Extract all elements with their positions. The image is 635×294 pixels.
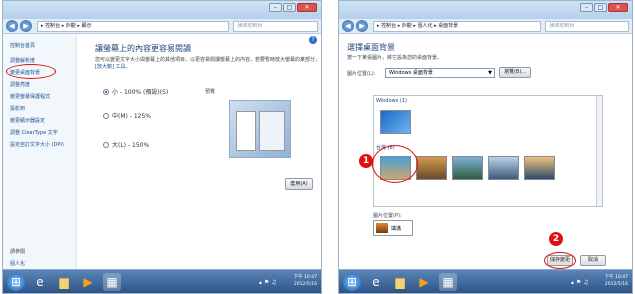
window-controls: – □ ✕ [580,3,628,12]
address-bar: ◀ ▶ ▸ 控制台 ▸ 外觀 ▸ 顯示 搜尋控制台 [3,19,321,34]
start-button-icon[interactable]: ⊞ [343,273,361,291]
clock[interactable]: 下午 10:47 2012/5/16 [294,274,317,288]
tray-icons[interactable]: ▴ ⚑ ♫ [571,279,589,286]
forward-arrow-icon[interactable]: ▶ [356,20,368,32]
size-option-medium[interactable]: 中(M) - 125% [103,111,151,120]
wallpaper-thumbnail[interactable] [488,156,519,180]
size-option-small[interactable]: 小 - 100% (預設)(S) [103,87,168,96]
clock-date: 2012/5/16 [604,282,628,287]
left-window-display-settings: – □ ✕ ◀ ▶ ▸ 控制台 ▸ 外觀 ▸ 顯示 搜尋控制台 控制台首頁 調整… [2,0,322,294]
breadcrumb[interactable]: ▸ 控制台 ▸ 外觀 ▸ 顯示 [37,21,229,32]
taskbar: ⊞ e ▆ ▶ ▦ ▴ ⚑ ♫ 下午 10:47 2012/5/16 [3,269,321,293]
folder-icon[interactable]: ▆ [55,273,73,291]
search-input[interactable]: 搜尋控制台 [545,21,629,32]
see-also-personalize-link[interactable]: 個人化 [10,260,25,267]
sidebar-item-display-settings[interactable]: 變更顯示器設定 [10,117,45,124]
sidebar-item-screensaver[interactable]: 變更螢幕保護程式 [10,93,50,100]
maximize-icon[interactable]: □ [594,3,607,12]
apply-button[interactable]: 套用(A) [285,178,313,190]
highlight-circle [544,252,576,269]
sidebar: 控制台首頁 調整解析度 變更桌面背景 調整亮度 變更螢幕保護程式 投影到 變更顯… [3,34,77,269]
maximize-icon[interactable]: □ [283,3,296,12]
wallpaper-thumbnail[interactable] [380,110,411,134]
close-icon[interactable]: ✕ [297,3,317,12]
forward-arrow-icon[interactable]: ▶ [20,20,32,32]
control-panel-taskbar-icon[interactable]: ▦ [103,273,121,291]
right-window-desktop-background: – □ ✕ ◀ ▶ ▸ 控制台 ▸ 外觀 ▸ 個人化 ▸ 桌面背景 搜尋控制台 … [338,0,633,294]
size-option-medium-label: 中(M) - 125% [112,113,151,120]
page-title: 選擇桌面背景 [347,43,395,52]
control-panel-taskbar-icon[interactable]: ▦ [439,273,457,291]
description-line-1: 您可以變更文字大小與螢幕上的其他項目，以更容易閱讀螢幕上的內容。若要暫時放大螢幕… [95,57,317,63]
chevron-down-icon: ▼ [488,70,492,76]
clock[interactable]: 下午 10:47 2012/5/16 [605,274,628,288]
media-player-icon[interactable]: ▶ [79,273,97,291]
help-icon[interactable]: ? [309,36,317,44]
back-arrow-icon[interactable]: ◀ [342,20,354,32]
radio-selected-icon [103,89,109,95]
tray-icons[interactable]: ▴ ⚑ ♫ [259,279,277,286]
highlight-circle [6,64,56,79]
start-button-icon[interactable]: ⊞ [7,273,25,291]
minimize-icon[interactable]: – [580,3,593,12]
page-title: 讓螢幕上的內容更容易閱讀 [95,44,191,53]
ie-icon[interactable]: e [31,273,49,291]
size-option-large[interactable]: 大(L) - 150% [103,140,149,149]
picture-location-label: 圖片位置(L): [347,71,376,77]
highlight-circle [372,145,418,183]
wallpaper-thumbnail[interactable] [452,156,483,180]
address-bar: ◀ ▶ ▸ 控制台 ▸ 外觀 ▸ 個人化 ▸ 桌面背景 搜尋控制台 [339,19,632,34]
preview-label: 預覽 [205,89,216,95]
picture-position-label: 圖片位置(P): [373,213,402,219]
clock-time: 下午 10:47 [293,275,317,280]
browse-button[interactable]: 瀏覽(B)... [499,67,531,78]
clock-time: 下午 10:47 [604,275,628,280]
picture-location-value: Windows 桌面背景 [389,70,433,76]
main-content: 選擇桌面背景 按一下某張圖片，將它設為您的桌面背景。 圖片位置(L): Wind… [339,34,632,269]
description: 按一下某張圖片，將它設為您的桌面背景。 [347,55,443,61]
picture-position-value: 填滿 [391,226,402,232]
annotation-step-1: 1 [359,154,373,168]
picture-location-select[interactable]: Windows 桌面背景 ▼ [385,68,495,78]
sidebar-item-resolution[interactable]: 調整解析度 [10,57,35,64]
minimize-icon[interactable]: – [269,3,282,12]
sidebar-item-cleartype[interactable]: 調整 ClearType 文字 [10,129,58,136]
close-icon[interactable]: ✕ [608,3,628,12]
wallpaper-thumbnail[interactable] [524,156,555,180]
media-player-icon[interactable]: ▶ [415,273,433,291]
preview-image [229,100,291,158]
magnifier-link[interactable]: [放大鏡] 工具。 [95,63,131,70]
sidebar-item-project[interactable]: 投影到 [10,105,25,112]
see-also-label: 請參閱 [10,249,26,255]
title-bar: – □ ✕ [3,1,321,19]
radio-icon [103,142,109,148]
taskbar: ⊞ e ▆ ▶ ▦ ▴ ⚑ ♫ 下午 10:47 2012/5/16 [339,269,632,293]
cancel-button[interactable]: 取消 [580,255,606,266]
clock-date: 2012/5/16 [293,282,317,287]
position-preview-icon [376,223,388,233]
size-option-small-label: 小 - 100% (預設)(S) [112,89,169,96]
wallpaper-thumbnail[interactable] [416,156,447,180]
annotation-step-2: 2 [549,232,563,246]
breadcrumb[interactable]: ▸ 控制台 ▸ 外觀 ▸ 個人化 ▸ 桌面背景 [373,21,541,32]
size-option-large-label: 大(L) - 150% [112,142,150,149]
sidebar-item-dpi[interactable]: 設定自訂文字大小 (DPI) [10,141,64,148]
window-controls: – □ ✕ [269,3,317,12]
sidebar-item-brightness[interactable]: 調整亮度 [10,81,30,88]
search-input[interactable]: 搜尋控制台 [233,21,318,32]
scrollbar[interactable] [596,96,602,206]
ie-icon[interactable]: e [367,273,385,291]
folder-icon[interactable]: ▆ [391,273,409,291]
radio-icon [103,113,109,119]
back-arrow-icon[interactable]: ◀ [6,20,18,32]
title-bar: – □ ✕ [339,1,632,19]
group-header-windows[interactable]: Windows (1) [376,98,407,104]
sidebar-item-home[interactable]: 控制台首頁 [10,42,35,49]
picture-position-select[interactable]: 填滿 [373,220,413,236]
main-content: ? 讓螢幕上的內容更容易閱讀 您可以變更文字大小與螢幕上的其他項目，以更容易閱讀… [77,34,321,269]
